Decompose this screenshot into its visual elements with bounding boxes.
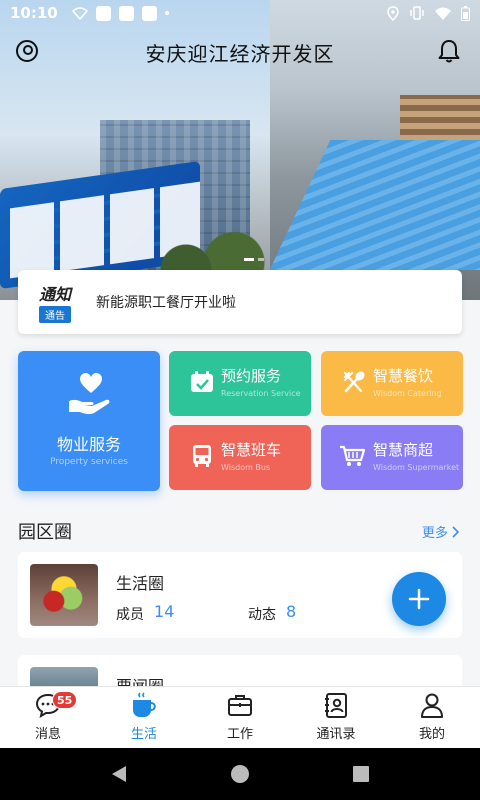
recents-icon[interactable]: [352, 765, 370, 783]
bus-service-label: 智慧班车: [221, 441, 282, 459]
wifi-off-icon: [71, 7, 88, 20]
nav-item-messages[interactable]: 55 消息: [0, 687, 96, 748]
briefcase-icon: [228, 695, 252, 716]
members-label: 成员: [116, 607, 144, 623]
property-service-label: 物业服务: [56, 435, 121, 454]
nav-item-me[interactable]: 我的: [384, 687, 480, 748]
coffee-cup-icon: [133, 692, 156, 717]
unread-badge: 55: [52, 691, 78, 709]
catering-service-tile[interactable]: 智慧餐饮 Wisdom Catering: [321, 351, 463, 416]
home-icon[interactable]: [229, 763, 251, 785]
plus-icon: [408, 588, 430, 610]
page-title: 安庆迎江经济开发区: [145, 41, 335, 66]
status-bar: 10:10: [0, 0, 480, 26]
back-icon[interactable]: [110, 765, 128, 783]
nav-item-life[interactable]: 生活: [96, 687, 192, 748]
notification-app-icon: [118, 5, 134, 21]
notice-tag-top: 通知: [38, 285, 71, 304]
user-icon: [421, 693, 443, 718]
app-header: 安庆迎江经济开发区: [0, 26, 480, 78]
reservation-service-label: 预约服务: [221, 367, 282, 385]
catering-service-label: 智慧餐饮: [373, 367, 434, 385]
supermarket-service-tile[interactable]: 智慧商超 Wisdom Supermarket: [321, 425, 463, 490]
location-icon: [387, 5, 399, 21]
bottom-nav: 55 消息 生活 工作 通讯录 我的: [0, 686, 480, 748]
posts-label: 动态: [248, 607, 276, 623]
notice-tag: 通知 通告: [32, 281, 78, 323]
vibrate-icon: [410, 6, 424, 20]
contacts-book-icon: [325, 693, 347, 718]
bus-service-sub: Wisdom Bus: [221, 463, 271, 472]
shopping-cart-icon: [340, 445, 366, 466]
wifi-icon: [435, 7, 451, 20]
calendar-check-icon: [191, 371, 213, 392]
circle-thumbnail: [30, 564, 98, 626]
notice-bar[interactable]: 通知 通告 新能源职工餐厅开业啦: [18, 270, 462, 334]
supermarket-service-sub: Wisdom Supermarket: [373, 463, 460, 472]
profile-icon[interactable]: [16, 40, 38, 62]
notice-text[interactable]: 新能源职工餐厅开业啦: [96, 292, 236, 312]
section-title: 园区圈: [18, 522, 72, 543]
status-time: 10:10: [10, 4, 58, 22]
more-label: 更多: [421, 526, 448, 541]
property-service-tile[interactable]: 物业服务 Property services: [18, 351, 160, 491]
catering-service-sub: Wisdom Catering: [373, 389, 442, 398]
battery-icon: [461, 5, 470, 21]
bus-icon: [193, 445, 211, 467]
notice-tag-bottom: 通告: [39, 306, 71, 323]
chevron-right-icon: [452, 526, 460, 538]
bell-icon[interactable]: [436, 38, 462, 64]
notification-app-icon: [95, 5, 111, 21]
reservation-service-sub: Reservation Service: [221, 389, 301, 398]
nav-label: 我的: [418, 727, 445, 742]
nav-item-work[interactable]: 工作: [192, 687, 288, 748]
heart-hand-icon: [69, 373, 110, 415]
nav-label: 通讯录: [316, 727, 356, 742]
nav-label: 生活: [130, 727, 157, 742]
reservation-service-tile[interactable]: 预约服务 Reservation Service: [169, 351, 311, 416]
system-nav-bar: [0, 748, 480, 800]
more-notifications-icon: [164, 11, 169, 15]
nav-item-contacts[interactable]: 通讯录: [288, 687, 384, 748]
nav-label: 消息: [34, 727, 61, 742]
circle-name: 生活圈: [116, 574, 165, 593]
more-link[interactable]: 更多: [422, 522, 460, 541]
add-button[interactable]: [392, 572, 446, 626]
bus-service-tile[interactable]: 智慧班车 Wisdom Bus: [169, 425, 311, 490]
supermarket-service-label: 智慧商超: [373, 441, 434, 459]
posts-count: 8: [286, 602, 297, 621]
notification-app-icon: [141, 5, 157, 21]
property-service-sub: Property services: [50, 457, 128, 467]
fork-spoon-icon: [343, 371, 365, 393]
members-count: 14: [154, 602, 175, 621]
banner-indicator: [244, 258, 264, 261]
nav-label: 工作: [226, 727, 253, 742]
